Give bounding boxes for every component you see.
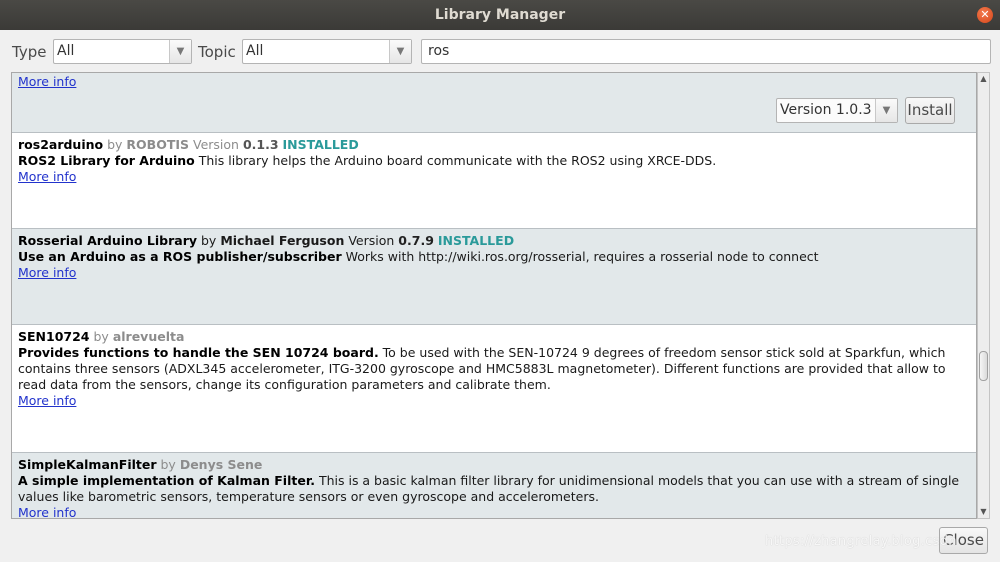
- library-description: This is a basic kalman filter library fo…: [318, 473, 960, 488]
- library-version: 0.1.3: [242, 137, 279, 152]
- library-description: To be used with the SEN-10724 9 degrees …: [382, 345, 946, 360]
- type-select[interactable]: All ▼: [53, 39, 192, 64]
- more-info-link[interactable]: More info: [18, 505, 76, 518]
- by-label: by: [201, 233, 217, 248]
- by-label: by: [160, 457, 176, 472]
- library-name: SEN10724: [18, 329, 90, 344]
- installed-badge: INSTALLED: [282, 137, 359, 152]
- window-title: Library Manager: [434, 7, 566, 23]
- library-summary: A simple implementation of Kalman Filter…: [18, 473, 315, 488]
- chevron-down-icon[interactable]: ▼: [389, 40, 411, 63]
- chevron-down-icon[interactable]: ▼: [875, 99, 897, 122]
- library-entry-rosserial[interactable]: Rosserial Arduino Library by Michael Fer…: [12, 229, 976, 325]
- library-author: ROBOTIS: [126, 137, 190, 152]
- install-button[interactable]: Install: [905, 97, 955, 124]
- library-entry-selected[interactable]: More info Version 1.0.3 ▼ Install: [12, 73, 976, 133]
- library-summary: Use an Arduino as a ROS publisher/subscr…: [18, 249, 342, 264]
- version-label: Version: [348, 233, 395, 248]
- library-name: ros2arduino: [18, 137, 104, 152]
- library-entry-ros2arduino[interactable]: ros2arduino by ROBOTIS Version 0.1.3 INS…: [12, 133, 976, 229]
- library-summary: ROS2 Library for Arduino: [18, 153, 195, 168]
- scroll-down-icon[interactable]: ▼: [978, 506, 989, 518]
- library-version: 0.7.9: [398, 233, 434, 248]
- topic-select-value: All: [246, 43, 264, 59]
- more-info-link[interactable]: More info: [18, 393, 76, 408]
- library-name: Rosserial Arduino Library: [18, 233, 198, 248]
- library-entry-sen10724[interactable]: SEN10724 by alrevuelta Provides function…: [12, 325, 976, 453]
- more-info-link[interactable]: More info: [18, 265, 76, 280]
- window-close-icon[interactable]: ✕: [977, 7, 993, 23]
- library-description: Works with http://wiki.ros.org/rosserial…: [345, 249, 819, 264]
- library-summary: Provides functions to handle the SEN 107…: [18, 345, 379, 360]
- library-author: alrevuelta: [112, 329, 185, 344]
- library-author: Denys Sene: [179, 457, 263, 472]
- library-name: SimpleKalmanFilter: [18, 457, 157, 472]
- list-scrollbar[interactable]: ▲ ▼: [977, 72, 990, 519]
- chevron-down-icon[interactable]: ▼: [169, 40, 191, 63]
- version-select-value: Version 1.0.3: [780, 102, 872, 118]
- by-label: by: [93, 329, 109, 344]
- library-description: read data from the sensors, change its c…: [18, 377, 551, 392]
- type-label: Type: [12, 43, 47, 61]
- watermark-text: https://zhangrelay.blog.csdn: [765, 534, 957, 549]
- library-author: Michael Ferguson: [220, 233, 345, 248]
- version-select[interactable]: Version 1.0.3 ▼: [776, 98, 898, 123]
- library-list[interactable]: More info Version 1.0.3 ▼ Install ros2ar…: [11, 72, 977, 519]
- installed-badge: INSTALLED: [437, 233, 515, 248]
- scrollbar-thumb[interactable]: [979, 351, 988, 381]
- search-input[interactable]: ros: [421, 39, 991, 64]
- type-select-value: All: [57, 43, 75, 59]
- topic-label: Topic: [198, 43, 236, 61]
- library-description: This library helps the Arduino board com…: [198, 153, 717, 168]
- topic-select[interactable]: All ▼: [242, 39, 412, 64]
- version-label: Version: [193, 137, 239, 152]
- filter-bar: Type All ▼ Topic All ▼ ros: [0, 30, 1000, 72]
- library-entry-simplekalmanfilter[interactable]: SimpleKalmanFilter by Denys Sene A simpl…: [12, 453, 976, 518]
- by-label: by: [107, 137, 123, 152]
- more-info-link[interactable]: More info: [18, 74, 76, 89]
- window-titlebar: Library Manager ✕: [0, 0, 1000, 30]
- library-description: contains three sensors (ADXL345 accelero…: [18, 361, 946, 376]
- more-info-link[interactable]: More info: [18, 169, 76, 184]
- library-description: values like barometric sensors, temperat…: [18, 489, 599, 504]
- scroll-up-icon[interactable]: ▲: [978, 73, 989, 85]
